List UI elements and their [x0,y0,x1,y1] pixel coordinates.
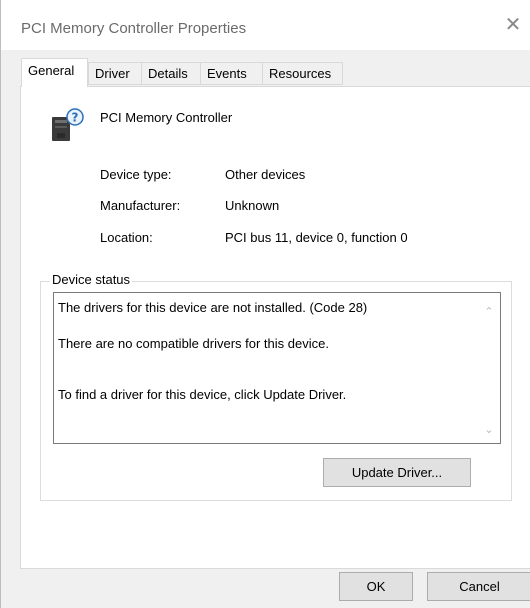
location-label: Location: [100,230,153,245]
device-type-label: Device type: [100,167,172,182]
close-button[interactable]: ✕ [495,10,530,40]
tab-events[interactable]: Events [200,62,263,85]
status-line: The drivers for this device are not inst… [58,300,368,315]
device-status-legend: Device status [50,272,133,287]
ok-button[interactable]: OK [339,572,413,601]
device-name: PCI Memory Controller [100,110,233,125]
manufacturer-value: Unknown [225,198,280,213]
properties-dialog: PCI Memory Controller Properties ✕ Gener… [0,0,530,608]
svg-text:?: ? [72,111,79,125]
scroll-down-arrow-icon[interactable]: ⌄ [483,424,495,436]
unknown-device-icon: ? [52,108,84,141]
tab-details[interactable]: Details [141,62,201,85]
manufacturer-label: Manufacturer: [100,198,181,213]
device-type-value: Other devices [225,167,306,182]
tab-resources[interactable]: Resources [262,62,343,85]
tab-driver[interactable]: Driver [88,62,142,85]
update-driver-button[interactable]: Update Driver... [323,458,471,487]
title-bar[interactable]: PCI Memory Controller Properties ✕ [1,0,530,50]
cancel-button[interactable]: Cancel [427,572,530,601]
status-line: To find a driver for this device, click … [58,387,347,402]
tab-general[interactable]: General [21,58,88,87]
window-title: PCI Memory Controller Properties [21,20,247,37]
scroll-up-arrow-icon[interactable]: ⌃ [483,306,495,318]
device-status-textbox[interactable]: The drivers for this device are not inst… [53,292,501,444]
location-value: PCI bus 11, device 0, function 0 [225,230,408,245]
status-line: There are no compatible drivers for this… [58,336,329,351]
